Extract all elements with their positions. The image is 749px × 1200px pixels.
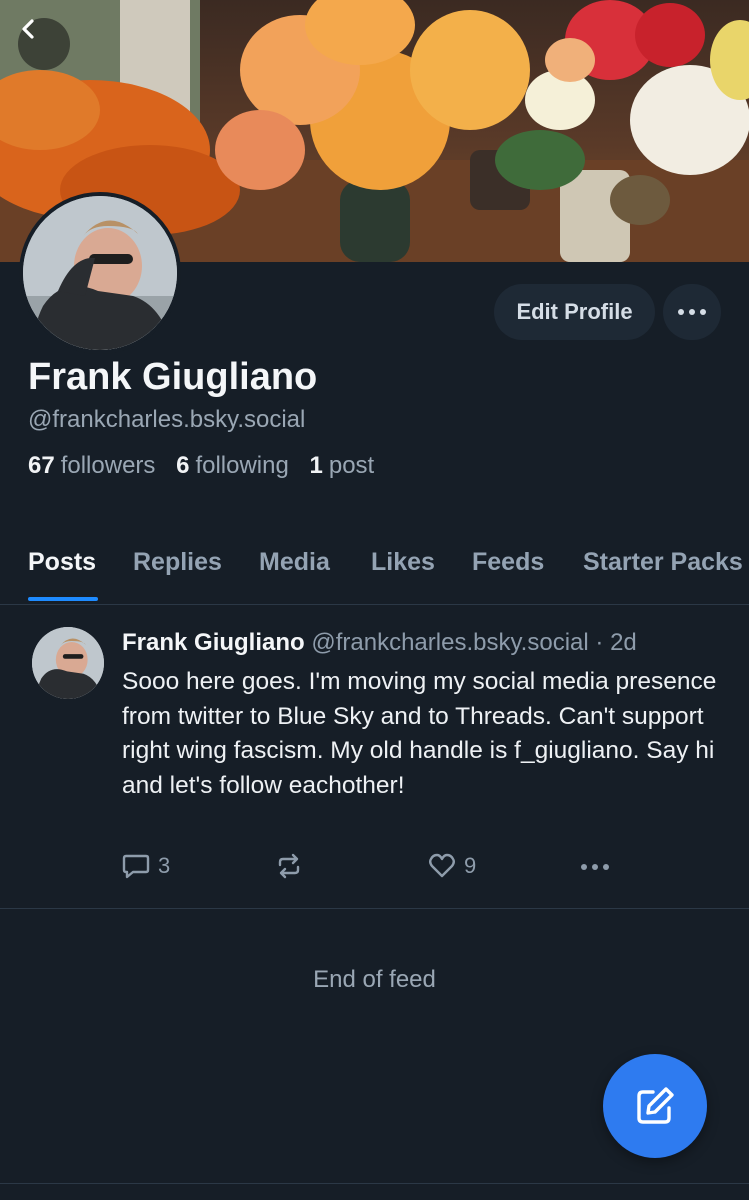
post-separator: · — [595, 629, 604, 656]
post-more-button[interactable] — [580, 863, 610, 871]
reply-button[interactable]: 3 — [122, 853, 170, 879]
reply-icon — [122, 854, 150, 879]
tab-media[interactable]: Media — [259, 548, 330, 577]
repost-button[interactable] — [275, 853, 311, 879]
following-count: 6 — [176, 452, 190, 479]
profile-avatar[interactable] — [19, 192, 181, 354]
chevron-left-icon — [22, 19, 34, 39]
profile-stats: 67 followers 6 following 1 post — [28, 452, 388, 480]
following-label: following — [195, 452, 289, 479]
edit-profile-button[interactable]: Edit Profile — [494, 284, 655, 340]
tab-replies[interactable]: Replies — [133, 548, 222, 577]
repost-icon — [278, 853, 300, 879]
feed-post[interactable]: Frank Giugliano @frankcharles.bsky.socia… — [0, 605, 749, 909]
profile-handle: @frankcharles.bsky.social — [28, 406, 306, 433]
like-button[interactable]: 9 — [428, 853, 476, 879]
heart-icon — [429, 853, 455, 878]
ellipsis-icon — [678, 309, 706, 315]
back-button[interactable] — [18, 18, 70, 70]
more-options-button[interactable] — [663, 284, 721, 340]
bottom-divider — [0, 1183, 749, 1184]
posts-count: 1 — [309, 452, 323, 479]
avatar-image — [23, 196, 177, 350]
end-of-feed-label: End of feed — [313, 966, 436, 993]
avatar-image — [32, 627, 104, 699]
followers-link[interactable]: 67 followers — [28, 452, 155, 479]
following-link[interactable]: 6 following — [176, 452, 289, 479]
post-author-name[interactable]: Frank Giugliano — [122, 629, 305, 656]
profile-tabs: Posts Replies Media Likes Feeds Starter … — [0, 540, 749, 605]
followers-label: followers — [60, 452, 156, 479]
tab-feeds[interactable]: Feeds — [472, 548, 544, 577]
tab-likes[interactable]: Likes — [371, 548, 435, 577]
tab-posts[interactable]: Posts — [28, 548, 96, 577]
reply-count: 3 — [158, 853, 171, 878]
posts-stat: 1 post — [310, 452, 375, 479]
post-author-handle[interactable]: @frankcharles.bsky.social — [311, 629, 588, 656]
followers-count: 67 — [28, 452, 55, 479]
posts-label: post — [328, 452, 375, 479]
active-tab-indicator — [28, 597, 98, 601]
display-name: Frank Giugliano — [28, 356, 318, 398]
post-author-avatar[interactable] — [32, 627, 104, 699]
compose-button[interactable] — [603, 1054, 707, 1158]
compose-icon — [637, 1087, 674, 1124]
ellipsis-icon — [581, 864, 609, 870]
tab-starter-packs[interactable]: Starter Packs — [583, 548, 743, 577]
post-body: Sooo here goes. I'm moving my social med… — [122, 668, 717, 799]
like-count: 9 — [464, 853, 477, 878]
post-timestamp[interactable]: 2d — [610, 629, 637, 656]
post-header: Frank Giugliano @frankcharles.bsky.socia… — [122, 629, 637, 657]
